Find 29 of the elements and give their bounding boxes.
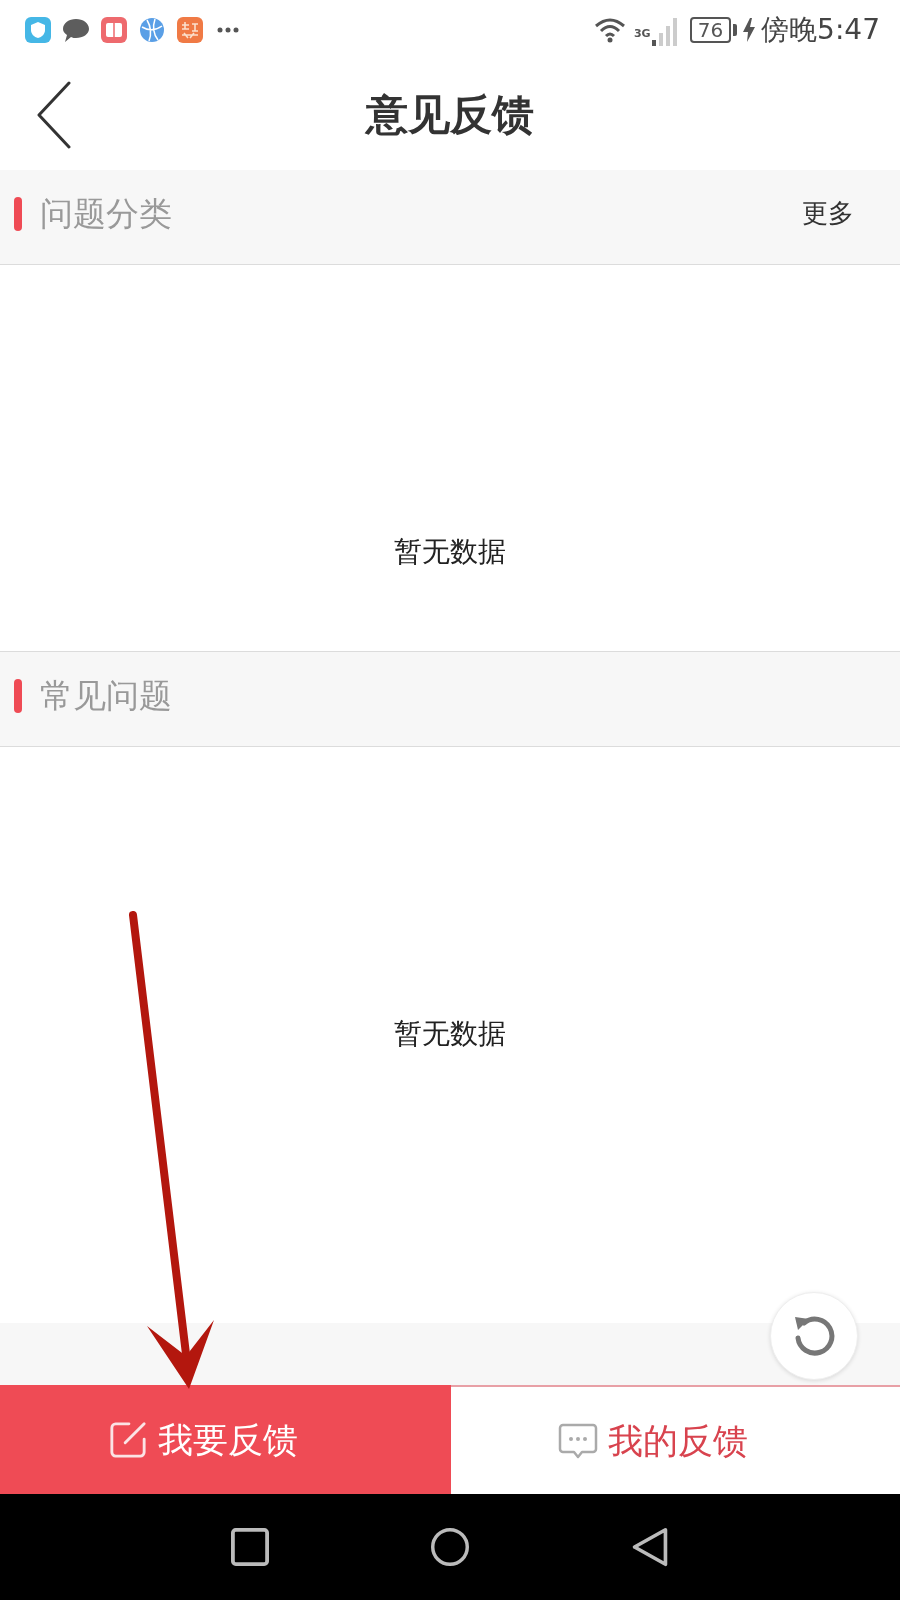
page-title: 意见反馈 [366, 89, 534, 141]
chat-dots-icon [557, 1421, 598, 1460]
signal-bars-icon [651, 18, 678, 46]
empty-state-text: 暂无数据 [394, 1017, 506, 1051]
vertical-bar-icon [14, 197, 22, 231]
more-dots-icon [217, 27, 239, 33]
network-type-label: 3G [633, 28, 651, 39]
wifi-icon [593, 17, 626, 43]
home-icon[interactable] [431, 1527, 469, 1567]
app-tile-icon [177, 17, 203, 43]
section-title: 问题分类 [40, 194, 172, 234]
recent-apps-icon[interactable] [231, 1527, 269, 1567]
shield-app-icon [25, 17, 51, 43]
refresh-button[interactable] [770, 1292, 858, 1380]
edit-icon [107, 1420, 148, 1459]
back-triangle-icon[interactable] [631, 1527, 669, 1567]
empty-state-text: 暂无数据 [394, 535, 506, 569]
tab-button[interactable]: 我要反馈 [0, 1385, 451, 1494]
charging-bolt-icon [743, 18, 756, 42]
vertical-bar-icon [14, 679, 22, 713]
back-icon[interactable] [37, 81, 71, 149]
battery-indicator: 76 [689, 17, 738, 43]
book-app-icon [101, 17, 127, 43]
more-link[interactable]: 更多 [796, 194, 860, 234]
chat-bubble-icon [63, 17, 89, 43]
section-title: 常见问题 [40, 676, 172, 716]
clock-time: 傍晚5:47 [761, 16, 880, 44]
refresh-icon [792, 1314, 836, 1358]
globe-icon [139, 17, 165, 43]
